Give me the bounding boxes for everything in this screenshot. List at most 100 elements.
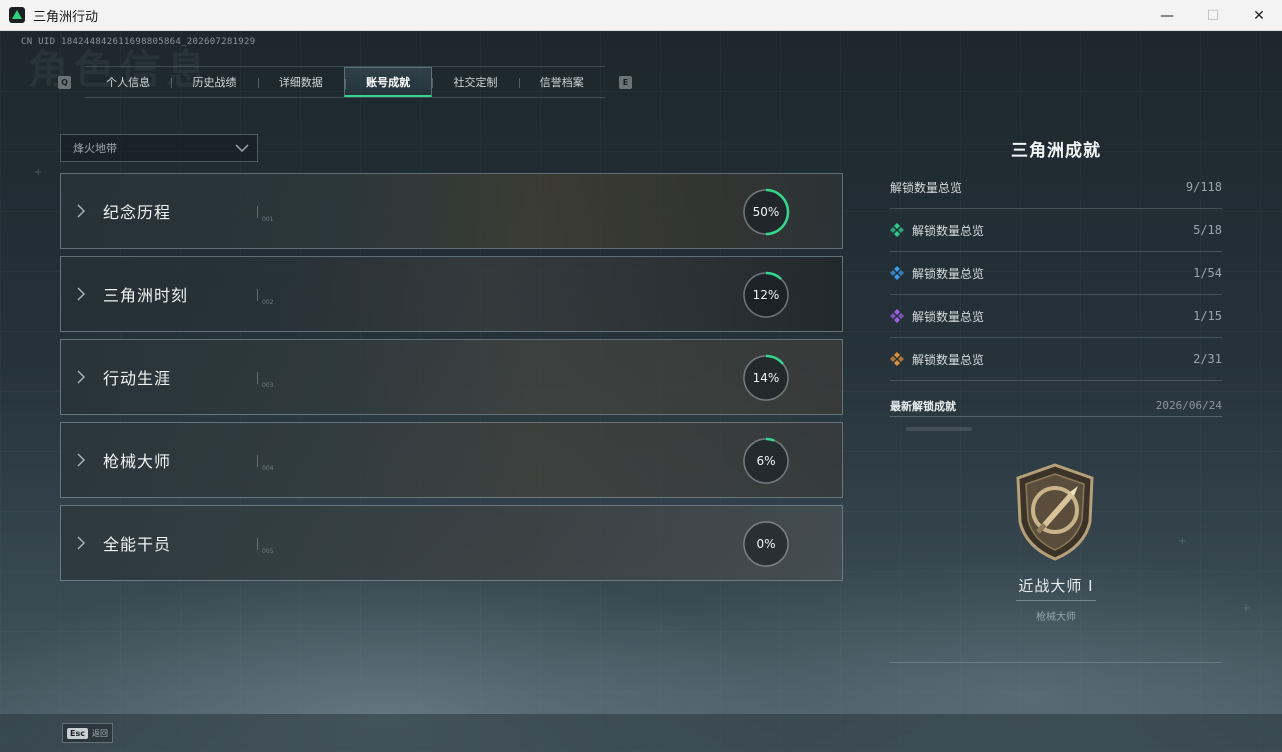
window-controls: — ☐ ✕ <box>1144 0 1282 31</box>
bottom-bar: Esc 返回 <box>0 714 1282 752</box>
prev-tab-key-hint[interactable]: Q <box>58 75 71 89</box>
category-index-tag: 004 <box>257 455 273 472</box>
category-card[interactable]: 行动生涯 003 14% <box>60 339 843 415</box>
achievement-summary-panel: 三角洲成就 解锁数量总览 9/118 解锁数量总览 5/18 解锁数量总览 1/54 解锁数… <box>890 136 1222 663</box>
stat-row-left: 解锁数量总览 <box>890 179 962 196</box>
panel-title: 三角洲成就 <box>1011 141 1101 161</box>
tab-0[interactable]: 个人信息 <box>85 67 171 97</box>
blue-gem-icon <box>890 266 904 280</box>
stat-label: 解锁数量总览 <box>912 266 985 281</box>
stat-value: 2/31 <box>1193 352 1222 366</box>
player-uid: CN UID 1842448426116988058​64_2026072819… <box>21 37 256 47</box>
achievement-category-list: 纪念历程 001 50% 三角洲时刻 002 12% 行动生涯 003 14% 枪械大师 004 6%… <box>60 173 843 588</box>
window-titlebar: 三角洲行动 — ☐ ✕ <box>0 0 1282 31</box>
next-tab-key-hint[interactable]: E <box>619 75 632 89</box>
stats-list: 解锁数量总览 9/118 解锁数量总览 5/18 解锁数量总览 1/54 解锁数量总览 1/1… <box>890 166 1222 381</box>
category-index-text: 002 <box>262 299 274 306</box>
stat-row-left: 解锁数量总览 <box>890 308 984 325</box>
category-progress-percent: 6% <box>756 454 776 468</box>
category-progress-ring: 12% <box>741 270 791 320</box>
maximize-button[interactable]: ☐ <box>1190 0 1236 31</box>
category-progress-ring: 50% <box>741 187 791 237</box>
decor-cross-icon: + <box>34 167 43 178</box>
category-index-tag: 005 <box>257 538 273 555</box>
close-button[interactable]: ✕ <box>1236 0 1282 31</box>
category-progress-percent: 50% <box>752 205 780 219</box>
back-label: 返回 <box>91 728 108 738</box>
latest-achievement-label: 最新解锁成就 <box>890 399 956 413</box>
category-label: 行动生涯 <box>103 369 172 388</box>
gold-gem-icon <box>890 352 904 366</box>
main-tab-bar: Q 个人信息 历史战绩 详细数据 账号成就 社交定制 信誉档案 E <box>58 66 632 98</box>
category-label: 三角洲时刻 <box>103 286 189 305</box>
category-index-text: 004 <box>262 465 274 472</box>
stat-label: 解锁数量总览 <box>912 309 985 324</box>
latest-achievement-date: 2026/06/24 <box>1155 399 1222 412</box>
stat-row-left: 解锁数量总览 <box>890 351 984 368</box>
category-card-background <box>61 506 842 580</box>
achievement-name: 近战大师 I <box>1018 577 1094 595</box>
category-index-tag: 003 <box>257 372 273 389</box>
achievement-divider <box>1016 600 1096 601</box>
stat-row: 解锁数量总览 5/18 <box>890 209 1222 252</box>
category-progress-ring: 14% <box>741 353 791 403</box>
category-progress-ring: 6% <box>741 436 791 486</box>
latest-achievement-header: 最新解锁成就 2026/06/24 <box>890 395 1222 417</box>
category-progress-ring: 0% <box>741 519 791 569</box>
tab-5[interactable]: 信誉档案 <box>518 67 605 97</box>
stat-row: 解锁数量总览 9/118 <box>890 166 1222 209</box>
tab-1[interactable]: 历史战绩 <box>171 67 257 97</box>
stat-row: 解锁数量总览 2/31 <box>890 338 1222 381</box>
latest-achievement-showcase[interactable]: 近战大师 I 枪械大师 <box>890 417 1222 663</box>
stat-row-left: 解锁数量总览 <box>890 265 984 282</box>
chevron-right-icon <box>77 287 85 301</box>
mode-select-value: 烽火地带 <box>73 142 117 155</box>
stat-label: 解锁数量总览 <box>912 352 985 367</box>
category-card[interactable]: 纪念历程 001 50% <box>60 173 843 249</box>
stat-value: 5/18 <box>1193 223 1222 237</box>
chevron-right-icon <box>77 204 85 218</box>
decor-cross-icon: + <box>1242 603 1251 614</box>
back-button[interactable]: Esc 返回 <box>62 723 113 743</box>
stat-label: 解锁数量总览 <box>890 180 963 195</box>
tab-2[interactable]: 详细数据 <box>257 67 344 97</box>
category-card-background <box>61 340 842 414</box>
category-label: 纪念历程 <box>103 203 172 222</box>
mode-select-dropdown[interactable]: 烽火地带 <box>60 134 258 162</box>
category-label: 全能干员 <box>103 535 172 554</box>
purple-gem-icon <box>890 309 904 323</box>
achievement-category: 枪械大师 <box>1036 612 1076 623</box>
stat-value: 9/118 <box>1185 180 1222 194</box>
tab-list: 个人信息 历史战绩 详细数据 账号成就 社交定制 信誉档案 <box>85 66 605 98</box>
tab-3[interactable]: 账号成就 <box>343 67 433 97</box>
minimize-button[interactable]: — <box>1144 0 1190 31</box>
stat-row-left: 解锁数量总览 <box>890 222 984 239</box>
stat-label: 解锁数量总览 <box>912 223 985 238</box>
melee-master-badge-icon <box>1016 463 1094 561</box>
category-index-text: 005 <box>262 548 274 555</box>
stat-row: 解锁数量总览 1/54 <box>890 252 1222 295</box>
chevron-down-icon <box>235 144 249 153</box>
chevron-right-icon <box>77 370 85 384</box>
tab-4[interactable]: 社交定制 <box>432 67 518 97</box>
category-progress-percent: 12% <box>752 288 780 302</box>
category-progress-percent: 0% <box>756 537 776 551</box>
category-card-background <box>61 423 842 497</box>
chevron-right-icon <box>77 536 85 550</box>
stat-value: 1/15 <box>1193 309 1222 323</box>
esc-key-hint: Esc <box>67 727 88 739</box>
stat-row: 解锁数量总览 1/15 <box>890 295 1222 338</box>
app-logo-icon <box>9 7 25 23</box>
category-card[interactable]: 全能干员 005 0% <box>60 505 843 581</box>
category-index-text: 003 <box>262 382 274 389</box>
window-title: 三角洲行动 <box>33 8 99 24</box>
category-index-tag: 001 <box>257 206 273 223</box>
game-viewport: 角色信息 CN UID 1842448426116988058​64_20260… <box>0 31 1282 752</box>
category-card-background <box>61 174 842 248</box>
category-card[interactable]: 枪械大师 004 6% <box>60 422 843 498</box>
category-index-tag: 002 <box>257 289 273 306</box>
category-card[interactable]: 三角洲时刻 002 12% <box>60 256 843 332</box>
blurred-caption <box>906 427 972 431</box>
category-index-text: 001 <box>262 216 274 223</box>
category-progress-percent: 14% <box>752 371 780 385</box>
